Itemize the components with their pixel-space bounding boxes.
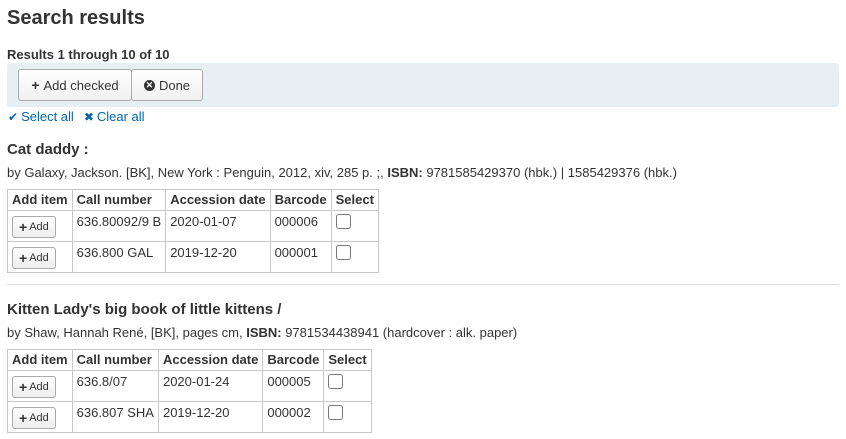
- select-checkbox[interactable]: [335, 214, 351, 229]
- record-desc-text: by Shaw, Hannah René, [BK], pages cm,: [7, 325, 247, 340]
- results-summary: Results 1 through 10 of 10: [7, 47, 170, 62]
- isbn-label: ISBN:: [387, 165, 423, 180]
- header-barcode: Barcode: [262, 349, 325, 371]
- add-item-button[interactable]: + Add: [12, 376, 56, 398]
- add-item-button[interactable]: + Add: [12, 407, 56, 429]
- add-label: Add: [29, 221, 49, 233]
- items-table: Add item Call number Accession date Barc…: [7, 349, 372, 433]
- header-accession-date: Accession date: [157, 349, 264, 371]
- select-all-label: Select all: [21, 109, 74, 124]
- add-checked-label: Add checked: [43, 77, 119, 93]
- add-item-button[interactable]: + Add: [12, 216, 56, 238]
- accession-date-cell: 2019-12-20: [165, 241, 271, 273]
- table-row: + Add 636.800 GAL 2019-12-20 000001: [7, 241, 379, 273]
- call-number-cell: 636.800 GAL: [71, 241, 167, 273]
- record-title: Kitten Lady's big book of little kittens…: [7, 301, 282, 318]
- items-table: Add item Call number Accession date Barc…: [7, 189, 379, 273]
- add-label: Add: [29, 381, 49, 393]
- plus-icon: +: [31, 77, 40, 93]
- add-item-button[interactable]: + Add: [12, 247, 56, 269]
- record-description: by Shaw, Hannah René, [BK], pages cm, IS…: [7, 325, 517, 343]
- add-item-cell: + Add: [7, 210, 73, 242]
- clear-all-label: Clear all: [96, 109, 145, 124]
- header-add-item: Add item: [7, 349, 73, 371]
- record-description: by Galaxy, Jackson. [BK], New York : Pen…: [7, 165, 677, 183]
- barcode-cell: 000005: [262, 370, 325, 402]
- plus-icon: +: [19, 250, 28, 266]
- header-call-number: Call number: [71, 349, 159, 371]
- call-number-cell: 636.8/07: [71, 370, 159, 402]
- record-title: Cat daddy :: [7, 141, 89, 158]
- select-cell: [323, 370, 372, 402]
- table-header-row: Add item Call number Accession date Barc…: [7, 349, 372, 371]
- select-checkbox[interactable]: [328, 405, 344, 420]
- selection-links: ✔ Select all ✖ Clear all: [8, 109, 145, 124]
- clear-all-link[interactable]: ✖ Clear all: [84, 109, 145, 124]
- barcode-cell: 000006: [269, 210, 332, 242]
- header-barcode: Barcode: [269, 189, 332, 211]
- table-header-row: Add item Call number Accession date Barc…: [7, 189, 379, 211]
- header-select: Select: [330, 189, 379, 211]
- select-checkbox[interactable]: [335, 245, 351, 260]
- plus-icon: +: [19, 379, 28, 395]
- header-select: Select: [323, 349, 372, 371]
- table-row: + Add 636.8/07 2020-01-24 000005: [7, 370, 372, 402]
- header-call-number: Call number: [71, 189, 167, 211]
- add-item-cell: + Add: [7, 370, 73, 402]
- barcode-cell: 000001: [269, 241, 332, 273]
- plus-icon: +: [19, 219, 28, 235]
- table-row: + Add 636.80092/9 B 2020-01-07 000006: [7, 210, 379, 242]
- add-label: Add: [29, 412, 49, 424]
- circle-x-icon: ✕: [143, 79, 155, 91]
- add-label: Add: [29, 252, 49, 264]
- call-number-cell: 636.807 SHA: [71, 401, 159, 433]
- close-icon: ✖: [83, 109, 94, 124]
- page-title: Search results: [7, 7, 145, 29]
- toolbar: + Add checked ✕ Done: [7, 63, 839, 107]
- add-checked-button[interactable]: + Add checked: [18, 69, 132, 101]
- record-divider: [7, 284, 839, 285]
- accession-date-cell: 2020-01-24: [157, 370, 264, 402]
- add-item-cell: + Add: [7, 401, 73, 433]
- isbn-value: 9781585429370 (hbk.) | 1585429376 (hbk.): [422, 165, 677, 180]
- select-cell: [330, 210, 379, 242]
- isbn-value: 9781534438941 (hardcover : alk. paper): [281, 325, 518, 340]
- check-icon: ✔: [8, 109, 19, 124]
- done-button[interactable]: ✕ Done: [131, 69, 203, 101]
- select-cell: [323, 401, 372, 433]
- plus-icon: +: [19, 410, 28, 426]
- header-add-item: Add item: [7, 189, 73, 211]
- select-checkbox[interactable]: [328, 374, 344, 389]
- accession-date-cell: 2019-12-20: [157, 401, 264, 433]
- record: Cat daddy : by Galaxy, Jackson. [BK], Ne…: [7, 141, 677, 273]
- accession-date-cell: 2020-01-07: [165, 210, 271, 242]
- header-accession-date: Accession date: [165, 189, 271, 211]
- record: Kitten Lady's big book of little kittens…: [7, 301, 517, 433]
- isbn-label: ISBN:: [246, 325, 282, 340]
- record-desc-text: by Galaxy, Jackson. [BK], New York : Pen…: [7, 165, 388, 180]
- add-item-cell: + Add: [7, 241, 73, 273]
- table-row: + Add 636.807 SHA 2019-12-20 000002: [7, 401, 372, 433]
- barcode-cell: 000002: [262, 401, 325, 433]
- select-cell: [330, 241, 379, 273]
- call-number-cell: 636.80092/9 B: [71, 210, 167, 242]
- done-label: Done: [158, 77, 191, 93]
- select-all-link[interactable]: ✔ Select all: [8, 109, 74, 124]
